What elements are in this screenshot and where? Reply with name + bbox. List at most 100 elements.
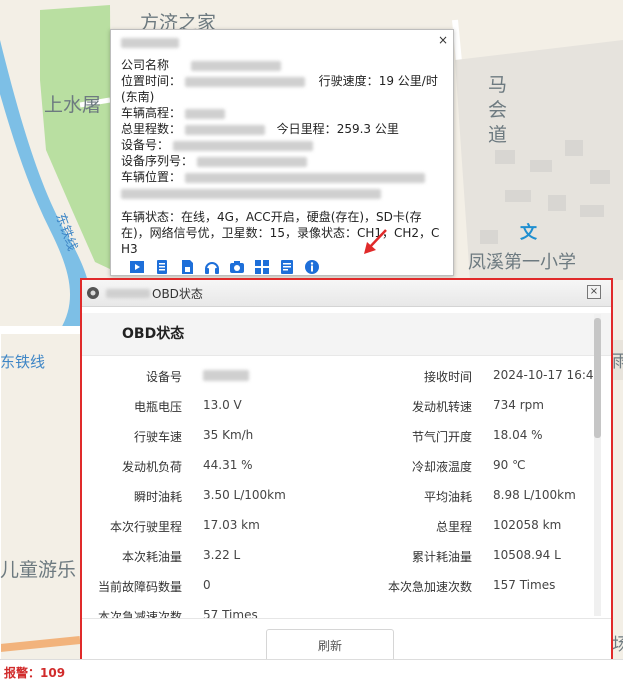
today-mileage-value: 259.3 公里 <box>336 122 399 136</box>
map-label-road: 会 <box>488 99 508 121</box>
field-label: 接收时间 <box>423 370 472 384</box>
popup-toolbar <box>128 258 321 276</box>
map-label-school: 凤溪第一小学 <box>468 252 576 273</box>
map-label-edge: 雨 <box>612 352 623 372</box>
field-value: 44.31 % <box>203 458 253 472</box>
map-label-edge: 场 <box>612 635 623 655</box>
field-label: 当前故障码数量 <box>97 580 182 594</box>
popup-close-button[interactable]: × <box>438 33 448 47</box>
field-value: 734 rpm <box>493 398 544 412</box>
apps-grid-icon[interactable] <box>253 258 271 276</box>
device-redacted <box>172 140 313 151</box>
map-label-rail: 东铁线 <box>0 353 46 371</box>
field-value: 8.98 L/100km <box>493 488 576 502</box>
location-redacted <box>121 188 381 199</box>
field-value: 10508.94 L <box>493 548 561 562</box>
alarm-status-bar: 报警：109 <box>0 659 623 693</box>
dialog-titlebar[interactable]: OBD状态 × <box>82 280 611 307</box>
field-label: 电瓶电压 <box>133 400 182 414</box>
field-value: 0 <box>203 578 211 592</box>
company-label: 公司名称 <box>121 58 170 72</box>
field-label: 本次急加速次数 <box>387 580 472 594</box>
field-label: 平均油耗 <box>423 490 472 504</box>
field-value: 157 Times <box>493 578 556 592</box>
obd-row: 当前故障码数量 0 本次急加速次数 157 Times <box>82 578 594 608</box>
field-value: 57 Times <box>203 608 258 618</box>
field-label: 累计耗油量 <box>411 550 472 564</box>
annotation-arrow-icon <box>364 229 387 254</box>
device-label: 设备号： <box>121 138 170 152</box>
map-label-district: 上水屠 <box>44 94 102 116</box>
speed-label: 行驶速度： <box>318 74 379 88</box>
field-label: 总里程 <box>435 520 472 534</box>
company-value-redacted <box>190 60 281 71</box>
location-redacted <box>184 172 425 183</box>
field-value: 17.03 km <box>203 518 260 532</box>
sim-card-icon[interactable] <box>178 258 196 276</box>
obd-row: 本次耗油量 3.22 L 累计耗油量 10508.94 L <box>82 548 594 578</box>
location-label: 车辆位置： <box>121 170 182 184</box>
device-id-redacted <box>203 370 249 381</box>
obd-row: 设备号 接收时间 2024-10-17 16:45 <box>82 368 594 398</box>
field-label: 发动机负荷 <box>121 460 182 474</box>
field-label: 设备号 <box>145 370 182 384</box>
field-value: 2024-10-17 16:45 <box>493 368 594 382</box>
field-label: 节气门开度 <box>411 430 472 444</box>
serial-label: 设备序列号： <box>121 154 194 168</box>
school-icon: 文 <box>520 223 537 243</box>
obd-row: 瞬时油耗 3.50 L/100km 平均油耗 8.98 L/100km <box>82 488 594 518</box>
field-label: 本次耗油量 <box>121 550 182 564</box>
mileage-redacted <box>184 124 265 135</box>
obd-data-grid: 设备号 接收时间 2024-10-17 16:45 电瓶电压 13.0 V 发动… <box>82 360 594 618</box>
headset-icon[interactable] <box>203 258 221 276</box>
file-text-icon[interactable] <box>278 258 296 276</box>
document-list-icon[interactable] <box>153 258 171 276</box>
field-label: 行驶车速 <box>133 430 182 444</box>
dialog-close-button[interactable]: × <box>587 285 601 299</box>
dialog-scrollbar[interactable] <box>594 314 601 616</box>
scrollbar-thumb[interactable] <box>594 318 601 438</box>
field-label: 冷却液温度 <box>411 460 472 474</box>
refresh-button[interactable]: 刷新 <box>266 629 394 663</box>
obd-row: 电瓶电压 13.0 V 发动机转速 734 rpm <box>82 398 594 428</box>
vehicle-info-popup: × 公司名称 位置时间： 行驶速度：19 公里/时 (东南) 车辆高程： 总里程… <box>110 29 454 276</box>
field-value: 18.04 % <box>493 428 543 442</box>
field-value: 13.0 V <box>203 398 242 412</box>
camera-icon[interactable] <box>228 258 246 276</box>
field-label: 瞬时油耗 <box>133 490 182 504</box>
obd-row: 发动机负荷 44.31 % 冷却液温度 90 ℃ <box>82 458 594 488</box>
obd-row: 本次急减速次数 57 Times <box>82 608 594 618</box>
field-value: 3.50 L/100km <box>203 488 286 502</box>
map-label-playground: 儿童游乐 <box>0 559 77 581</box>
app-logo-icon <box>87 287 99 299</box>
dialog-title-redacted <box>106 288 150 298</box>
field-value: 3.22 L <box>203 548 241 562</box>
video-play-icon[interactable] <box>128 258 146 276</box>
field-label: 发动机转速 <box>411 400 472 414</box>
speed-value: 19 公里/时 <box>378 74 438 88</box>
position-time-label: 位置时间： <box>121 74 182 88</box>
obd-row: 本次行驶里程 17.03 km 总里程 102058 km <box>82 518 594 548</box>
section-title: OBD状态 <box>82 313 611 356</box>
obd-status-dialog: OBD状态 × OBD状态 设备号 接收时间 2024-10-17 16:45 … <box>80 278 613 677</box>
map-label-road: 道 <box>488 124 508 146</box>
map-label-road: 马 <box>488 74 508 96</box>
field-label: 本次急减速次数 <box>97 610 182 618</box>
field-value: 90 ℃ <box>493 458 526 472</box>
mileage-label: 总里程数： <box>121 122 182 136</box>
today-mileage-label: 今日里程： <box>276 122 337 136</box>
alarm-count[interactable]: 报警：109 <box>4 664 65 681</box>
field-label: 本次行驶里程 <box>109 520 182 534</box>
vehicle-plate-redacted <box>121 38 179 48</box>
position-time-redacted <box>184 76 305 87</box>
altitude-redacted <box>184 108 225 119</box>
field-value: 35 Km/h <box>203 428 254 442</box>
vehicle-status-text: 车辆状态：在线，4G，ACC开启，硬盘(存在)，SD卡(存在)，网络信号优，卫星… <box>121 210 440 256</box>
field-value: 102058 km <box>493 518 562 532</box>
info-icon[interactable] <box>303 258 321 276</box>
obd-row: 行驶车速 35 Km/h 节气门开度 18.04 % <box>82 428 594 458</box>
direction-text: (东南) <box>121 90 155 104</box>
serial-redacted <box>196 156 307 167</box>
dialog-title: OBD状态 <box>152 286 203 301</box>
altitude-label: 车辆高程： <box>121 106 182 120</box>
